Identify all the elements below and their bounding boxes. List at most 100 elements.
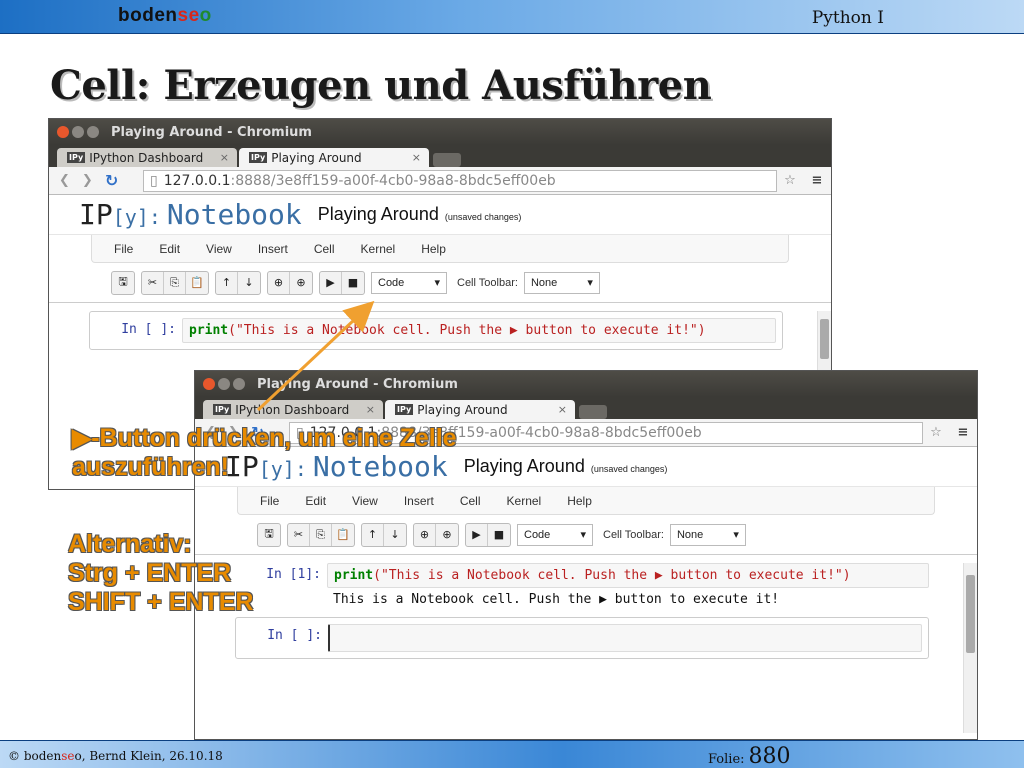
- menu-file[interactable]: File: [260, 494, 279, 508]
- menu-kernel[interactable]: Kernel: [507, 494, 542, 508]
- forward-icon[interactable]: ❯: [82, 173, 93, 188]
- insert-below-icon[interactable]: ⊕: [290, 272, 312, 294]
- paste-icon[interactable]: 📋: [332, 524, 354, 546]
- close-tab-icon[interactable]: ×: [412, 151, 421, 164]
- tab-strip: IPy IPython Dashboard × IPy Playing Around ×: [195, 397, 977, 419]
- copy-icon[interactable]: ⎘: [164, 271, 186, 294]
- course-title: Python I: [811, 8, 884, 28]
- page-icon: ▯: [150, 172, 158, 189]
- insert-above-icon[interactable]: ⊕: [268, 271, 290, 294]
- tab-dashboard[interactable]: IPy IPython Dashboard ×: [57, 148, 237, 167]
- close-window-icon[interactable]: [203, 378, 215, 390]
- notebook-area: In [ ]: print("This is a Notebook cell. …: [49, 311, 831, 371]
- code-input-empty[interactable]: [328, 624, 922, 652]
- back-icon[interactable]: ❮: [59, 173, 70, 188]
- menu-help[interactable]: Help: [567, 494, 592, 508]
- menu-help[interactable]: Help: [421, 242, 446, 256]
- maximize-window-icon[interactable]: [87, 126, 99, 138]
- notebook-header: IP[y]: Notebook Playing Around (unsaved …: [49, 195, 831, 235]
- bookmark-star-icon[interactable]: ☆: [923, 425, 949, 440]
- menu-view[interactable]: View: [206, 242, 232, 256]
- copyright: © bodenseo, Bernd Klein, 26.10.18: [8, 749, 223, 763]
- executed-cell[interactable]: In [1]: print("This is a Notebook cell. …: [235, 563, 929, 607]
- window-title: Playing Around - Chromium: [111, 124, 312, 140]
- cut-icon[interactable]: ✂: [288, 523, 310, 546]
- run-icon[interactable]: ▶: [466, 523, 488, 546]
- move-down-icon[interactable]: ↓: [384, 524, 406, 546]
- cell-prompt: In [ ]:: [267, 628, 322, 643]
- unsaved-status: (unsaved changes): [444, 212, 522, 222]
- notebook-toolbar: 🖫 ✂ ⎘ 📋 ↑ ↓ ⊕ ⊕ ▶ ■ Code ▾ Cell Toolbar: None ▾: [195, 515, 977, 555]
- cell-prompt: In [ ]:: [121, 322, 176, 337]
- menu-insert[interactable]: Insert: [258, 242, 288, 256]
- menu-cell[interactable]: Cell: [460, 494, 481, 508]
- menu-insert[interactable]: Insert: [404, 494, 434, 508]
- top-bar: bodenseo Python I: [0, 0, 1024, 34]
- close-tab-icon[interactable]: ×: [220, 151, 229, 164]
- notebook-area: In [1]: print("This is a Notebook cell. …: [195, 563, 977, 733]
- scrollbar[interactable]: [817, 311, 831, 371]
- run-icon[interactable]: ▶: [320, 271, 342, 294]
- insert-above-icon[interactable]: ⊕: [414, 523, 436, 546]
- footer-bar: © bodenseo, Bernd Klein, 26.10.18 Folie:…: [0, 740, 1024, 769]
- address-bar: ❮ ❯ ↻ ▯ 127.0.0.1:8888/3e8ff159-a00f-4cb0-9…: [49, 167, 831, 195]
- cell-toolbar-select[interactable]: None ▾: [669, 523, 746, 546]
- cell-type-select[interactable]: Code ▾: [517, 523, 593, 546]
- new-tab-button[interactable]: [433, 153, 461, 167]
- reload-icon[interactable]: ↻: [105, 171, 118, 190]
- tab-dashboard[interactable]: IPy IPython Dashboard ×: [203, 400, 383, 419]
- save-icon[interactable]: 🖫: [112, 272, 134, 294]
- tab-playing-around[interactable]: IPy Playing Around ×: [239, 148, 429, 167]
- menu-edit[interactable]: Edit: [305, 494, 326, 508]
- cell-output: This is a Notebook cell. Push the ▶ butt…: [333, 592, 780, 607]
- move-down-icon[interactable]: ↓: [238, 272, 260, 294]
- notebook-name[interactable]: Playing Around: [318, 204, 439, 225]
- callout-alternative: Alternativ: Strg + ENTER SHIFT + ENTER: [68, 530, 254, 616]
- minimize-window-icon[interactable]: [218, 378, 230, 390]
- cell-toolbar-label: Cell Toolbar:: [457, 276, 518, 289]
- insert-below-icon[interactable]: ⊕: [436, 524, 458, 546]
- code-input[interactable]: print("This is a Notebook cell. Push the…: [182, 318, 776, 343]
- notebook-toolbar: 🖫 ✂ ⎘ 📋 ↑ ↓ ⊕ ⊕ ▶ ■ Code ▾ Cell Toolbar: None ▾: [49, 263, 831, 303]
- minimize-window-icon[interactable]: [72, 126, 84, 138]
- close-tab-icon[interactable]: ×: [366, 403, 375, 416]
- cell-type-select[interactable]: Code ▾: [371, 271, 447, 294]
- code-input[interactable]: print("This is a Notebook cell. Push the…: [327, 563, 929, 588]
- tab-strip: IPy IPython Dashboard × IPy Playing Around ×: [49, 145, 831, 167]
- stop-icon[interactable]: ■: [488, 524, 510, 546]
- move-up-icon[interactable]: ↑: [362, 523, 384, 546]
- browser-menu-icon[interactable]: ≡: [949, 425, 977, 440]
- cell-toolbar-select[interactable]: None ▾: [523, 271, 600, 294]
- browser-menu-icon[interactable]: ≡: [803, 173, 831, 188]
- window-title: Playing Around - Chromium: [257, 376, 458, 392]
- maximize-window-icon[interactable]: [233, 378, 245, 390]
- menu-edit[interactable]: Edit: [159, 242, 180, 256]
- tab-playing-around[interactable]: IPy Playing Around ×: [385, 400, 575, 419]
- code-cell[interactable]: In [ ]: print("This is a Notebook cell. …: [89, 311, 783, 350]
- new-tab-button[interactable]: [579, 405, 607, 419]
- window-titlebar: Playing Around - Chromium: [49, 119, 831, 145]
- url-field[interactable]: ▯ 127.0.0.1:8888/3e8ff159-a00f-4cb0-98a8-…: [143, 169, 777, 192]
- slide-title: Cell: Erzeugen und Ausführen: [50, 62, 712, 109]
- slide-number: Folie: 880: [708, 744, 791, 769]
- menu-file[interactable]: File: [114, 242, 133, 256]
- cut-icon[interactable]: ✂: [142, 271, 164, 294]
- callout-run-button: ▶-Button drücken, um eine Zelle auszufüh…: [72, 424, 457, 481]
- bookmark-star-icon[interactable]: ☆: [777, 173, 803, 188]
- new-code-cell[interactable]: In [ ]:: [235, 617, 929, 659]
- scrollbar[interactable]: [963, 563, 977, 733]
- paste-icon[interactable]: 📋: [186, 272, 208, 294]
- stop-icon[interactable]: ■: [342, 272, 364, 294]
- menu-view[interactable]: View: [352, 494, 378, 508]
- move-up-icon[interactable]: ↑: [216, 271, 238, 294]
- menu-kernel[interactable]: Kernel: [361, 242, 396, 256]
- save-icon[interactable]: 🖫: [258, 524, 280, 546]
- copy-icon[interactable]: ⎘: [310, 523, 332, 546]
- window-titlebar: Playing Around - Chromium: [195, 371, 977, 397]
- cell-toolbar-label: Cell Toolbar:: [603, 528, 664, 541]
- notebook-logo-word: Notebook: [166, 198, 302, 231]
- close-window-icon[interactable]: [57, 126, 69, 138]
- unsaved-status: (unsaved changes): [590, 464, 668, 474]
- menu-cell[interactable]: Cell: [314, 242, 335, 256]
- close-tab-icon[interactable]: ×: [558, 403, 567, 416]
